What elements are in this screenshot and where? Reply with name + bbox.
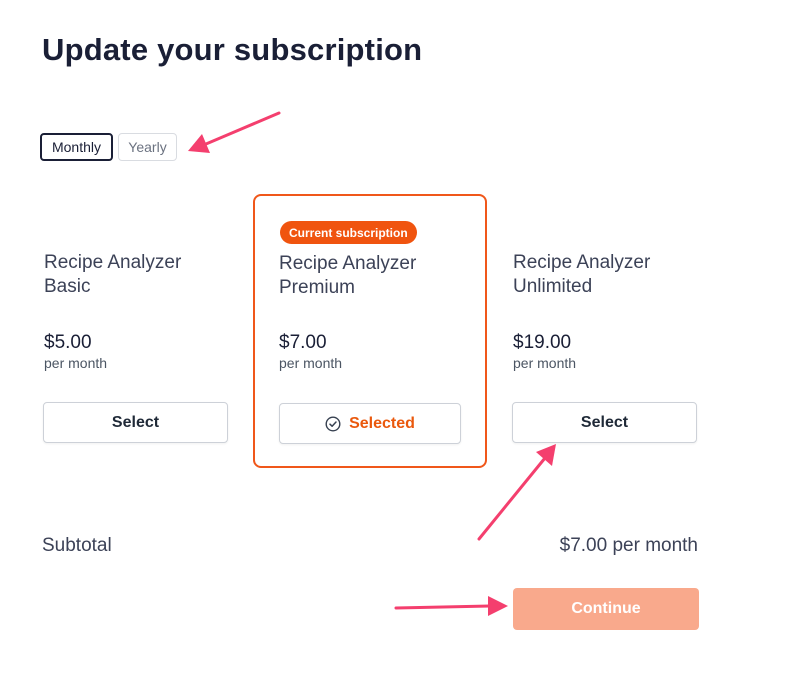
plan-price-basic: $5.00 (44, 332, 92, 353)
selected-label: Selected (349, 414, 415, 432)
arrow-to-yearly-toggle (188, 111, 281, 153)
plan-name-line1: Recipe Analyzer (279, 253, 417, 274)
page-title: Update your subscription (42, 32, 423, 67)
plan-name-line1: Recipe Analyzer (513, 252, 651, 273)
plan-period-basic: per month (44, 355, 108, 371)
selected-premium-button[interactable]: Selected (279, 403, 461, 444)
plan-period-premium: per month (279, 355, 343, 371)
plan-name: Recipe Analyzer Basic (44, 251, 181, 299)
plan-name-line2: Unlimited (513, 276, 593, 297)
subtotal-value: $7.00 per month (559, 535, 698, 556)
check-circle-icon (325, 415, 341, 432)
plan-name-premium: Recipe Analyzer Premium (279, 252, 416, 300)
plan-card-basic: Recipe Analyzer Basic (44, 251, 181, 299)
plan-price-unlimited: $19.00 (513, 332, 572, 353)
subtotal-label: Subtotal (42, 535, 112, 556)
select-unlimited-button[interactable]: Select (512, 402, 697, 443)
plan-price-premium: $7.00 (279, 332, 327, 353)
arrow-to-continue (394, 596, 508, 616)
plan-name-line2: Premium (279, 277, 356, 298)
continue-button[interactable]: Continue (513, 588, 699, 630)
current-subscription-badge: Current subscription (280, 221, 417, 244)
plan-name-line2: Basic (44, 276, 91, 297)
plan-card-unlimited: Recipe Analyzer Unlimited (513, 251, 650, 299)
billing-toggle-monthly[interactable]: Monthly (40, 133, 113, 161)
billing-toggle-yearly[interactable]: Yearly (118, 133, 177, 161)
plan-period-unlimited: per month (513, 355, 577, 371)
plan-name-line1: Recipe Analyzer (44, 252, 182, 273)
arrow-to-unlimited-select (477, 444, 556, 541)
select-basic-button[interactable]: Select (43, 402, 228, 443)
